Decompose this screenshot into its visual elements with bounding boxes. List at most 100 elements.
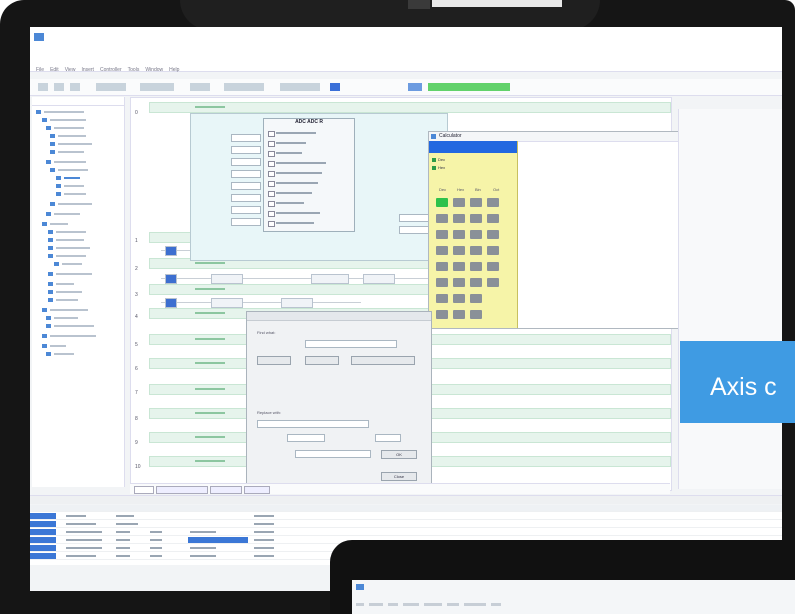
toolbar-group-debug[interactable]	[224, 83, 264, 91]
tree-item[interactable]	[50, 141, 92, 146]
tree-item[interactable]	[56, 191, 86, 196]
calc-key[interactable]	[470, 230, 482, 239]
calc-key-selected[interactable]	[436, 198, 448, 207]
tree-item[interactable]	[48, 253, 86, 258]
calc-key[interactable]	[487, 278, 499, 287]
calc-key[interactable]	[453, 294, 465, 303]
calc-key[interactable]	[470, 310, 482, 319]
calc-key[interactable]	[453, 230, 465, 239]
instruction-block[interactable]	[211, 274, 243, 284]
calc-key[interactable]	[453, 214, 465, 223]
contact-instruction[interactable]	[165, 274, 177, 284]
param-field[interactable]	[231, 146, 261, 154]
option-checkbox[interactable]	[268, 211, 275, 217]
menu-window[interactable]: Window	[145, 67, 163, 77]
option-checkbox[interactable]	[268, 171, 275, 177]
calc-key[interactable]	[436, 262, 448, 271]
tree-item[interactable]	[42, 343, 66, 348]
calc-key[interactable]	[470, 198, 482, 207]
tree-item[interactable]	[46, 323, 94, 328]
rung-comment-bar[interactable]	[149, 102, 671, 113]
instruction-block[interactable]	[211, 298, 243, 308]
menu-controller[interactable]: Controller	[100, 67, 122, 77]
tree-item[interactable]	[36, 109, 84, 114]
tree-item[interactable]	[46, 351, 74, 356]
instruction-block[interactable]	[363, 274, 395, 284]
tree-item[interactable]	[42, 333, 96, 338]
contact-instruction[interactable]	[165, 298, 177, 308]
menu-tools[interactable]: Tools	[128, 67, 140, 77]
tree-item[interactable]	[46, 211, 80, 216]
option-checkbox[interactable]	[268, 181, 275, 187]
tree-item[interactable]	[48, 271, 92, 276]
calc-key[interactable]	[436, 230, 448, 239]
calc-key[interactable]	[436, 246, 448, 255]
tree-item[interactable]	[42, 307, 88, 312]
param-field[interactable]	[231, 206, 261, 214]
toolbar-group-edit[interactable]	[96, 83, 126, 91]
tree-item-selected[interactable]	[56, 175, 80, 180]
tree-item[interactable]	[50, 133, 86, 138]
tree-item[interactable]	[46, 125, 84, 130]
calc-key[interactable]	[470, 246, 482, 255]
param-field[interactable]	[231, 170, 261, 178]
param-field[interactable]	[231, 194, 261, 202]
toolbar-group-online[interactable]	[190, 83, 210, 91]
tree-item[interactable]	[50, 167, 88, 172]
tree-item[interactable]	[56, 183, 84, 188]
tree-item[interactable]	[48, 297, 78, 302]
find-in-button[interactable]	[351, 356, 415, 365]
option-checkbox[interactable]	[268, 131, 275, 137]
calc-mode-dec[interactable]: Dec	[432, 157, 445, 162]
calc-key[interactable]	[487, 214, 499, 223]
tree-item[interactable]	[46, 315, 78, 320]
table-row[interactable]	[30, 513, 782, 520]
option-checkbox[interactable]	[268, 161, 275, 167]
calc-key[interactable]	[453, 198, 465, 207]
editor-tab[interactable]	[244, 486, 270, 494]
param-field[interactable]	[231, 218, 261, 226]
menu-view[interactable]: View	[65, 67, 76, 77]
editor-tab[interactable]	[156, 486, 208, 494]
close-button[interactable]: Close	[381, 472, 417, 481]
tree-item[interactable]	[48, 229, 86, 234]
option-checkbox[interactable]	[268, 221, 275, 227]
menu-edit[interactable]: Edit	[50, 67, 59, 77]
tree-item[interactable]	[46, 159, 86, 164]
menu-help[interactable]: Help	[169, 67, 179, 77]
calc-key[interactable]	[436, 310, 448, 319]
calc-key[interactable]	[453, 310, 465, 319]
calc-key[interactable]	[453, 246, 465, 255]
calc-key[interactable]	[436, 294, 448, 303]
calc-key[interactable]	[436, 278, 448, 287]
replace-input[interactable]	[257, 420, 369, 428]
menu-file[interactable]: File	[36, 67, 44, 77]
calc-key[interactable]	[453, 278, 465, 287]
editor-tab[interactable]	[210, 486, 242, 494]
tree-item[interactable]	[48, 281, 74, 286]
run-icon[interactable]	[330, 83, 340, 91]
instruction-block[interactable]	[311, 274, 349, 284]
calc-key[interactable]	[470, 262, 482, 271]
save-icon[interactable]	[70, 83, 80, 91]
option-checkbox[interactable]	[268, 191, 275, 197]
instruction-block[interactable]	[281, 298, 313, 308]
calc-key[interactable]	[487, 198, 499, 207]
calc-key[interactable]	[487, 230, 499, 239]
param-field[interactable]	[231, 158, 261, 166]
scope-select[interactable]	[287, 434, 325, 442]
calc-mode-hex[interactable]: Hex	[432, 165, 445, 170]
new-icon[interactable]	[38, 83, 48, 91]
find-option-button[interactable]	[305, 356, 339, 365]
editor-tab[interactable]	[134, 486, 154, 494]
calc-key[interactable]	[487, 262, 499, 271]
match-input[interactable]	[295, 450, 371, 458]
table-row[interactable]	[30, 529, 782, 536]
toolbar-group-tools[interactable]	[280, 83, 320, 91]
tree-item[interactable]	[48, 289, 82, 294]
tree-item[interactable]	[50, 201, 92, 206]
tree-item[interactable]	[42, 117, 86, 122]
contact-instruction[interactable]	[165, 246, 177, 256]
find-option-button[interactable]	[257, 356, 291, 365]
calc-key[interactable]	[453, 262, 465, 271]
